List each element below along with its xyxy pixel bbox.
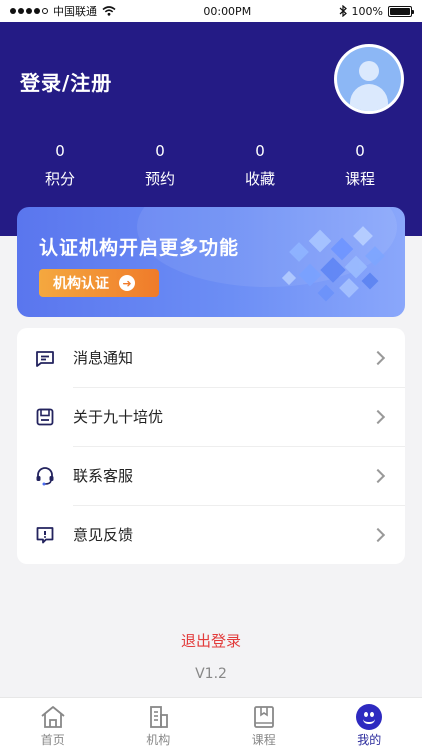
about-icon (36, 408, 54, 425)
certify-button-label: 机构认证 (53, 276, 109, 292)
arrow-right-icon: ➜ (119, 275, 135, 291)
avatar[interactable] (334, 44, 404, 114)
stat-label: 收藏 (244, 170, 275, 188)
tab-courses[interactable]: 课程 (211, 698, 317, 750)
headset-icon (36, 466, 54, 485)
tab-bar: 首页 机构 课程 我的 (0, 697, 422, 750)
status-left: 中国联通 (10, 3, 116, 19)
status-time: 00:00PM (203, 4, 252, 18)
building-icon (150, 706, 169, 728)
menu-label: 关于九十培优 (73, 408, 164, 426)
menu-item-about[interactable]: 关于九十培优 (17, 387, 405, 446)
tab-institutions[interactable]: 机构 (106, 698, 212, 750)
chevron-right-icon (370, 350, 386, 365)
tab-label: 我的 (357, 733, 382, 747)
message-icon (36, 350, 54, 367)
stat-favorites[interactable]: 0 收藏 (210, 142, 310, 189)
profile-header: 登录/注册 0 积分 0 预约 0 收藏 0 课程 (0, 22, 422, 236)
chevron-right-icon (370, 527, 386, 542)
cubes-illustration-icon (281, 226, 385, 302)
tab-label: 首页 (40, 733, 65, 747)
status-right: 100% (339, 4, 414, 18)
menu-item-feedback[interactable]: 意见反馈 (17, 505, 405, 564)
stats-row: 0 积分 0 预约 0 收藏 0 课程 (0, 142, 422, 189)
login-register-link[interactable]: 登录/注册 (20, 67, 112, 96)
menu-item-notifications[interactable]: 消息通知 (17, 328, 405, 387)
tab-mine[interactable]: 我的 (317, 698, 422, 750)
stat-courses[interactable]: 0 课程 (310, 142, 410, 189)
stat-points[interactable]: 0 积分 (10, 142, 110, 189)
home-icon (41, 706, 65, 728)
tab-label: 课程 (251, 733, 276, 747)
stat-label: 积分 (44, 170, 75, 188)
stat-label: 课程 (344, 170, 375, 188)
status-bar: 中国联通 00:00PM 100% (0, 0, 422, 22)
logout-button[interactable]: 退出登录 (0, 630, 422, 651)
banner-title: 认证机构开启更多功能 (39, 237, 240, 259)
book-icon (253, 706, 274, 728)
stat-value: 0 (255, 142, 265, 160)
chevron-right-icon (370, 468, 386, 483)
stat-value: 0 (155, 142, 165, 160)
battery-percent: 100% (351, 4, 383, 18)
menu-label: 意见反馈 (73, 526, 134, 544)
battery-icon (388, 5, 414, 17)
menu-item-customer-service[interactable]: 联系客服 (17, 446, 405, 505)
chevron-right-icon (370, 409, 386, 424)
tab-label: 机构 (146, 733, 171, 747)
stat-value: 0 (355, 142, 365, 160)
menu-label: 联系客服 (73, 467, 134, 485)
stat-value: 0 (55, 142, 65, 160)
version-label: V1.2 (195, 666, 227, 682)
menu-label: 消息通知 (73, 349, 134, 367)
stat-label: 预约 (144, 170, 175, 188)
stat-appointments[interactable]: 0 预约 (110, 142, 210, 189)
carrier-label: 中国联通 (53, 5, 97, 18)
avatar-placeholder-icon (337, 47, 401, 111)
tab-home[interactable]: 首页 (0, 698, 106, 750)
wifi-icon (102, 6, 116, 16)
certify-button[interactable]: 机构认证 ➜ (39, 269, 159, 297)
bluetooth-icon (339, 5, 347, 17)
smiley-icon (356, 704, 383, 730)
certification-banner[interactable]: 认证机构开启更多功能 机构认证 ➜ (17, 207, 405, 317)
settings-menu: 消息通知 关于九十培优 联系客服 意见反馈 (17, 328, 405, 564)
feedback-icon (36, 526, 54, 543)
signal-icon (10, 8, 48, 14)
